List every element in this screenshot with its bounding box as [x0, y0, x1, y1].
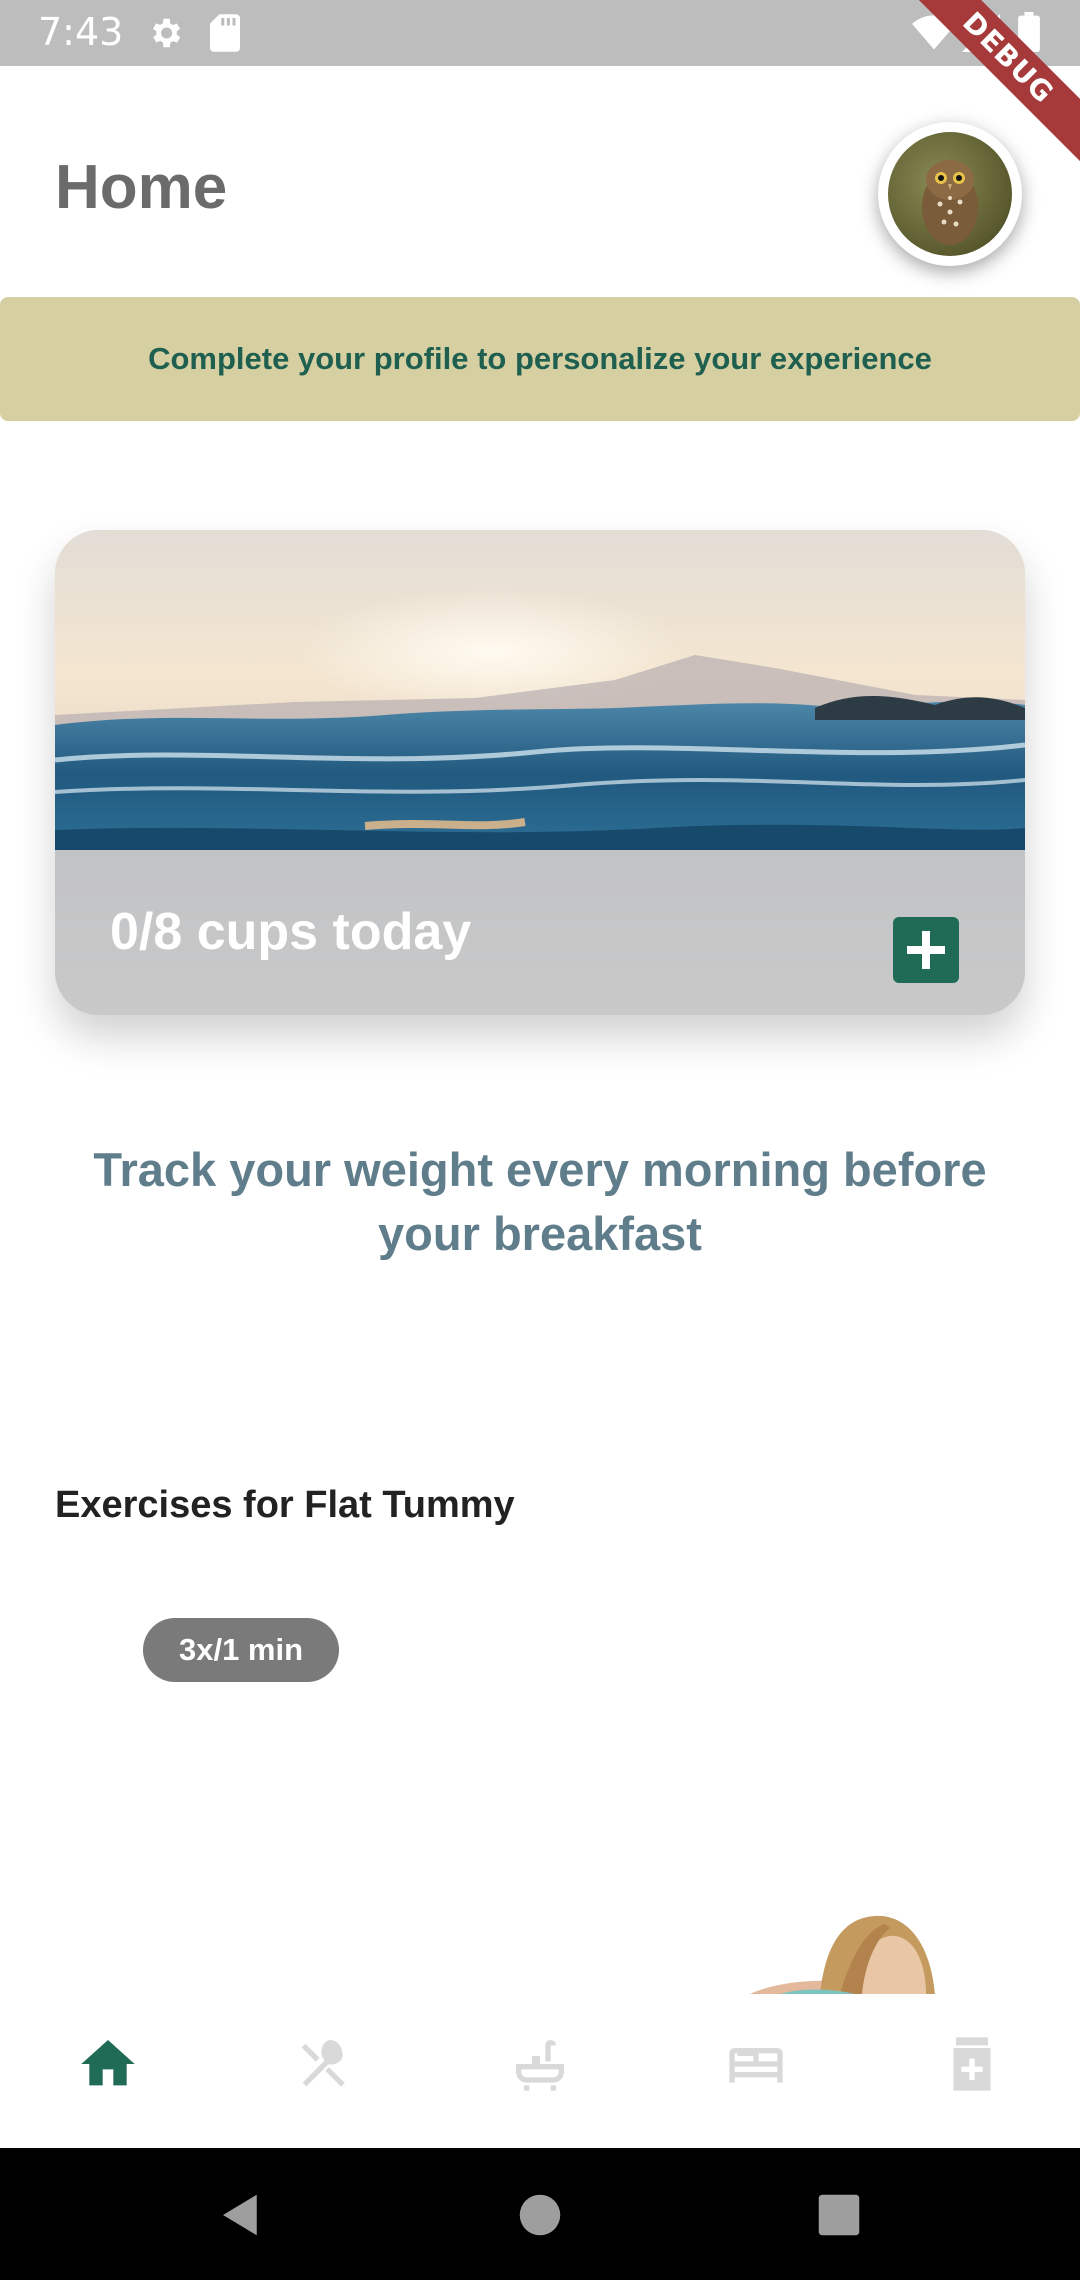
owl-avatar-image — [888, 132, 1012, 256]
home-icon — [81, 2040, 135, 2086]
complete-profile-text: Complete your profile to personalize you… — [148, 341, 932, 376]
water-intake-card: 0/8 cups today — [55, 530, 1025, 1015]
add-cup-button[interactable] — [893, 917, 959, 983]
weight-tip-text: Track your weight every morning before y… — [93, 1143, 987, 1260]
nav-bath[interactable] — [508, 2032, 572, 2096]
avatar[interactable] — [878, 122, 1022, 266]
status-time: 7:43 — [38, 10, 124, 54]
restaurant-icon — [301, 2040, 345, 2087]
nav-sleep[interactable] — [724, 2032, 788, 2096]
medication-icon — [953, 2037, 991, 2091]
exercise-duration-badge: 3x/1 min — [143, 1618, 339, 1682]
system-navigation-bar — [0, 2148, 1080, 2280]
page-title: Home — [55, 153, 228, 222]
sd-card-icon — [210, 14, 240, 52]
status-bar: 7:43 DEBUG — [0, 0, 1080, 166]
ocean-image — [55, 530, 1025, 850]
home-circle-icon[interactable] — [513, 2188, 567, 2242]
plus-icon — [907, 931, 945, 969]
complete-profile-banner[interactable]: Complete your profile to personalize you… — [0, 297, 1080, 421]
nav-food[interactable] — [292, 2032, 356, 2096]
bathtub-icon — [516, 2040, 564, 2091]
nav-medication[interactable] — [940, 2032, 1004, 2096]
water-card-footer: 0/8 cups today — [55, 850, 1025, 1015]
recents-icon[interactable] — [812, 2188, 866, 2242]
gear-icon — [152, 18, 181, 48]
cups-today-text: 0/8 cups today — [110, 903, 472, 961]
nav-home[interactable] — [76, 2032, 140, 2096]
back-icon[interactable] — [214, 2188, 268, 2242]
exercise-person-image[interactable] — [690, 1910, 950, 1994]
bottom-navigation — [0, 1994, 1080, 2148]
exercise-section-title: Exercises for Flat Tummy — [55, 1484, 515, 1526]
bed-icon — [729, 2048, 783, 2083]
